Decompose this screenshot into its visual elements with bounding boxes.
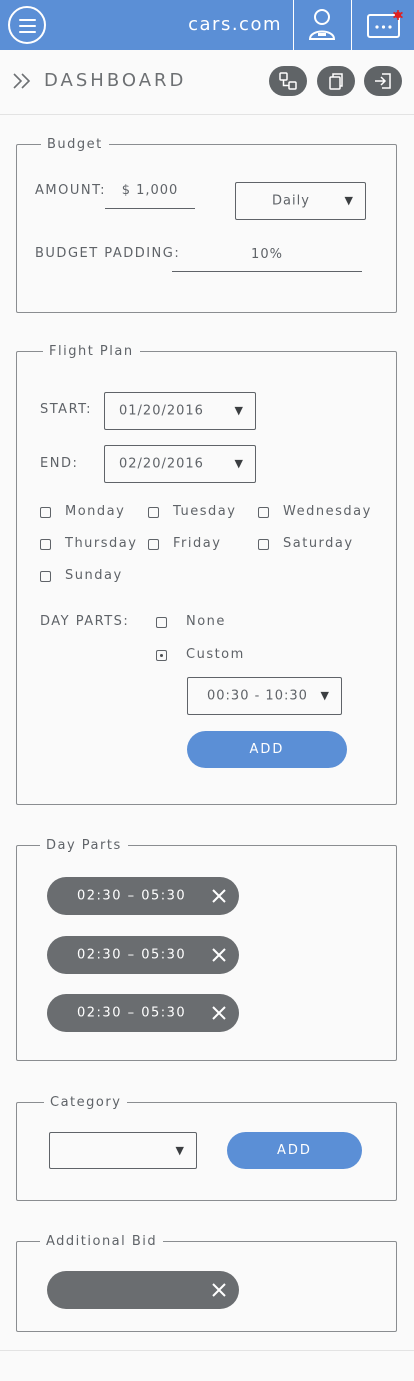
dropdown-arrow-icon: ▼ [320,688,329,702]
menu-icon-line [19,31,36,33]
hierarchy-button[interactable] [269,66,307,96]
day-label-thursday: Thursday [65,536,138,551]
budget-padding-input[interactable]: 10% [172,246,362,272]
start-date-select[interactable]: 01/20/2016 ▼ [104,392,256,430]
flight-plan-legend: Flight Plan [43,344,140,359]
close-icon[interactable] [211,947,227,963]
messages-button[interactable] [366,9,404,41]
additional-bid-legend: Additional Bid [40,1234,164,1249]
additional-bid-chip [47,1271,239,1309]
header-divider [0,114,414,115]
close-icon[interactable] [211,888,227,904]
top-bar: cars.com [0,0,414,50]
page-title: DASHBOARD [44,70,187,91]
close-icon[interactable] [211,1282,227,1298]
budget-section [16,144,397,313]
day-label-tuesday: Tuesday [173,504,237,519]
start-label: START: [40,402,93,417]
menu-button[interactable] [8,6,46,44]
day-part-chip: 02:30 – 05:30 [47,936,239,974]
add-category-button[interactable]: ADD [227,1132,362,1169]
day-label-monday: Monday [65,504,126,519]
time-range-select[interactable]: 00:30 - 10:30 ▼ [187,677,342,715]
checkbox-sunday[interactable] [40,571,51,582]
copy-button[interactable] [317,66,355,96]
none-label: None [186,614,226,629]
category-legend: Category [44,1095,128,1110]
day-part-text: 02:30 – 05:30 [77,947,187,963]
day-part-text: 02:30 – 05:30 [77,1005,187,1021]
checkbox-thursday[interactable] [40,539,51,550]
double-chevron-right-icon[interactable] [12,72,34,90]
day-label-friday: Friday [173,536,222,551]
day-label-sunday: Sunday [65,568,123,583]
end-label: END: [40,456,79,471]
footer-divider [0,1350,414,1351]
checkbox-wednesday[interactable] [258,507,269,518]
checkbox-friday[interactable] [148,539,159,550]
notification-badge-icon [393,10,403,20]
end-date-select[interactable]: 02/20/2016 ▼ [104,445,256,483]
day-label-wednesday: Wednesday [283,504,372,519]
time-range-value: 00:30 - 10:30 [207,688,308,704]
budget-period-value: Daily [272,193,310,209]
copy-icon [329,73,343,90]
day-parts-legend: Day Parts [40,838,128,853]
message-icon [367,10,403,38]
dropdown-arrow-icon: ▼ [234,456,243,470]
menu-icon-line [19,25,36,27]
custom-label: Custom [186,647,245,662]
divider [293,0,294,50]
close-icon[interactable] [211,1005,227,1021]
menu-icon [19,19,36,21]
day-part-chip: 02:30 – 05:30 [47,877,239,915]
dropdown-arrow-icon: ▼ [234,403,243,417]
budget-padding-label: BUDGET PADDING: [35,246,181,261]
logout-button[interactable] [364,66,402,96]
dropdown-arrow-icon: ▼ [175,1143,184,1157]
budget-period-select[interactable]: Daily ▼ [235,182,366,220]
checkbox-monday[interactable] [40,507,51,518]
amount-label: AMOUNT: [35,183,106,198]
dropdown-arrow-icon: ▼ [344,193,353,207]
add-day-part-button[interactable]: ADD [187,731,347,768]
day-part-text: 02:30 – 05:30 [77,888,187,904]
category-select[interactable]: ▼ [49,1132,197,1169]
sign-in-icon [375,73,391,89]
checkbox-tuesday[interactable] [148,507,159,518]
amount-input[interactable]: $ 1,000 [105,183,195,209]
end-date-value: 02/20/2016 [119,456,204,472]
radio-none[interactable] [156,617,167,628]
brand-logo[interactable]: cars.com [188,14,282,35]
start-date-value: 01/20/2016 [119,403,204,419]
day-part-chip: 02:30 – 05:30 [47,994,239,1032]
user-profile-button[interactable] [307,7,337,41]
user-icon [308,9,336,40]
hierarchy-icon [279,72,297,90]
day-label-saturday: Saturday [283,536,354,551]
checkbox-saturday[interactable] [258,539,269,550]
day-parts-label: DAY PARTS: [40,614,130,629]
divider [351,0,352,50]
radio-custom[interactable] [156,650,167,661]
budget-legend: Budget [41,137,109,152]
